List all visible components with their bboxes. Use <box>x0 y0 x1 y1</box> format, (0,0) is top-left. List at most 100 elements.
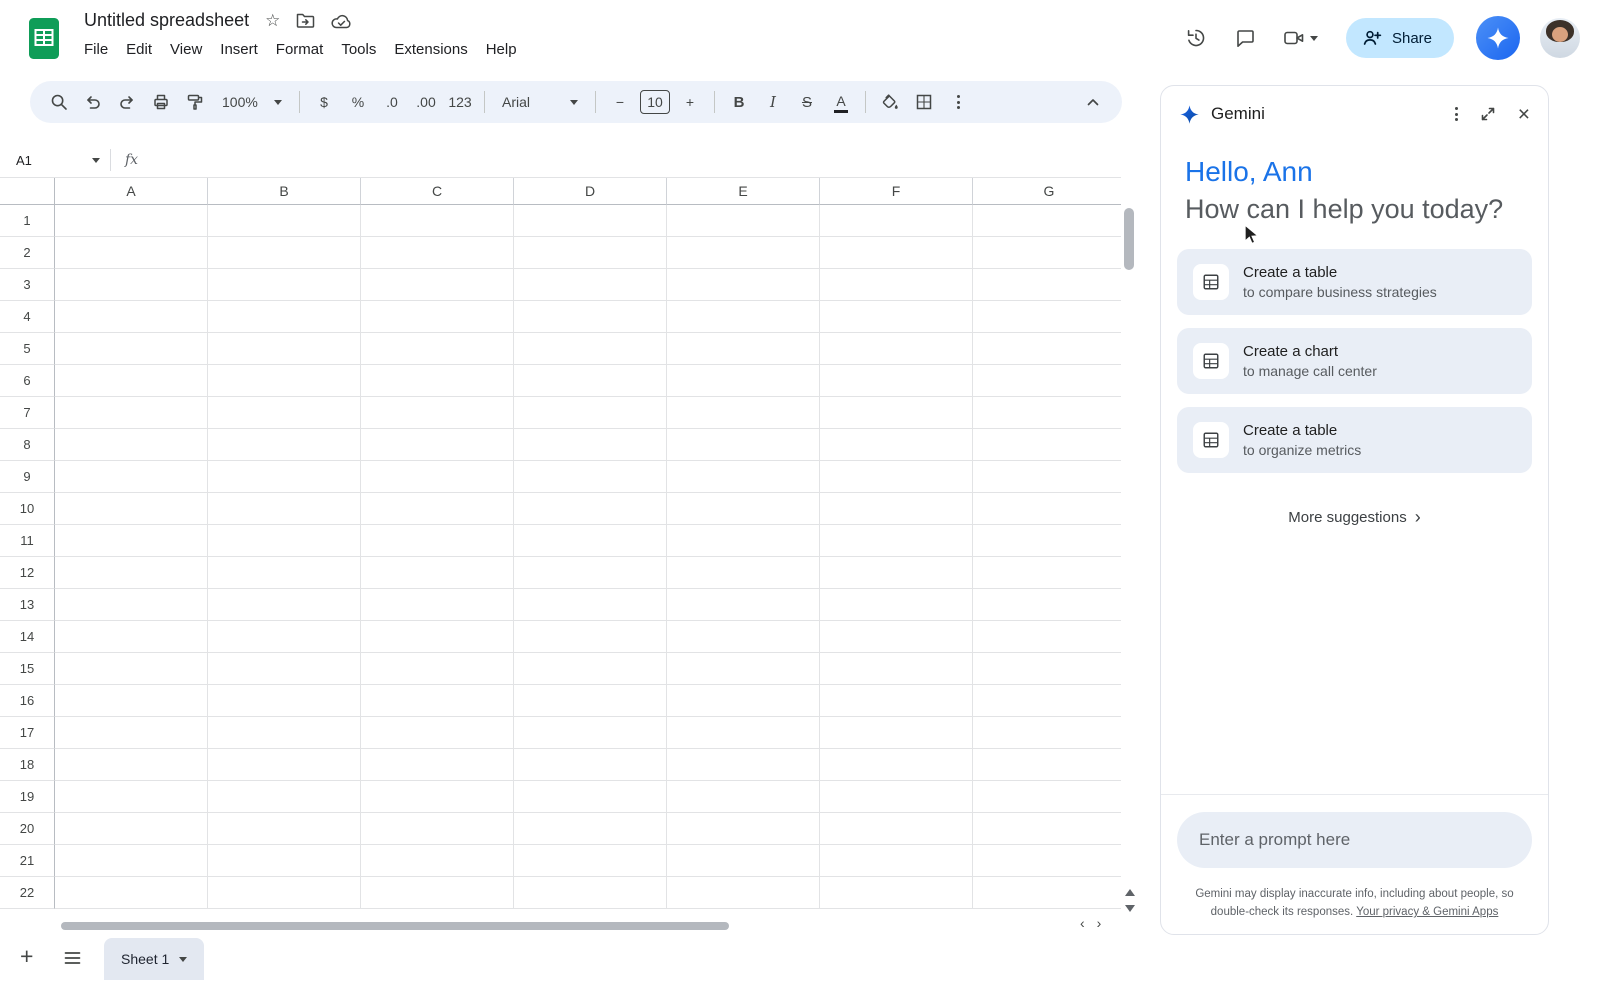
row-header-20[interactable]: 20 <box>0 813 55 845</box>
cell-C20[interactable] <box>361 813 514 845</box>
gemini-spark-button[interactable] <box>1476 16 1520 60</box>
cell-B6[interactable] <box>208 365 361 397</box>
cell-F4[interactable] <box>820 301 973 333</box>
cell-E14[interactable] <box>667 621 820 653</box>
horizontal-scrollbar[interactable] <box>55 919 1083 933</box>
increase-font-size-button[interactable]: + <box>675 87 705 117</box>
cell-F6[interactable] <box>820 365 973 397</box>
share-button[interactable]: Share <box>1346 18 1454 58</box>
cell-A12[interactable] <box>55 557 208 589</box>
row-header-17[interactable]: 17 <box>0 717 55 749</box>
sheets-logo-icon[interactable] <box>28 17 60 60</box>
menu-file[interactable]: File <box>75 38 117 61</box>
cell-D10[interactable] <box>514 493 667 525</box>
cell-C14[interactable] <box>361 621 514 653</box>
cell-F17[interactable] <box>820 717 973 749</box>
cell-B5[interactable] <box>208 333 361 365</box>
cell-F21[interactable] <box>820 845 973 877</box>
row-header-18[interactable]: 18 <box>0 749 55 781</box>
cell-D8[interactable] <box>514 429 667 461</box>
cell-A2[interactable] <box>55 237 208 269</box>
cell-D12[interactable] <box>514 557 667 589</box>
version-history-icon[interactable] <box>1175 17 1217 59</box>
cell-C2[interactable] <box>361 237 514 269</box>
cell-A17[interactable] <box>55 717 208 749</box>
cell-B19[interactable] <box>208 781 361 813</box>
cell-C1[interactable] <box>361 205 514 237</box>
cell-B13[interactable] <box>208 589 361 621</box>
prompt-input-container[interactable] <box>1177 812 1532 868</box>
cell-E16[interactable] <box>667 685 820 717</box>
cell-D3[interactable] <box>514 269 667 301</box>
cloud-saved-icon[interactable] <box>331 13 352 29</box>
cell-F3[interactable] <box>820 269 973 301</box>
star-icon[interactable]: ☆ <box>265 12 280 29</box>
cell-G15[interactable] <box>973 653 1121 685</box>
cell-D15[interactable] <box>514 653 667 685</box>
cell-E19[interactable] <box>667 781 820 813</box>
cell-D7[interactable] <box>514 397 667 429</box>
cell-C15[interactable] <box>361 653 514 685</box>
cell-G20[interactable] <box>973 813 1121 845</box>
cell-C17[interactable] <box>361 717 514 749</box>
cell-C19[interactable] <box>361 781 514 813</box>
collapse-toolbar-icon[interactable] <box>1078 87 1108 117</box>
cell-E10[interactable] <box>667 493 820 525</box>
prompt-input[interactable] <box>1199 830 1510 850</box>
row-header-8[interactable]: 8 <box>0 429 55 461</box>
cell-G6[interactable] <box>973 365 1121 397</box>
cell-E3[interactable] <box>667 269 820 301</box>
row-header-22[interactable]: 22 <box>0 877 55 909</box>
cell-E2[interactable] <box>667 237 820 269</box>
move-folder-icon[interactable] <box>296 12 315 29</box>
cell-C5[interactable] <box>361 333 514 365</box>
cell-A6[interactable] <box>55 365 208 397</box>
gemini-more-icon[interactable] <box>1455 107 1458 121</box>
cell-B15[interactable] <box>208 653 361 685</box>
cell-G2[interactable] <box>973 237 1121 269</box>
cell-D13[interactable] <box>514 589 667 621</box>
suggestion-card-3[interactable]: Create a tableto organize metrics <box>1177 407 1532 473</box>
select-all-corner[interactable] <box>0 178 55 205</box>
cell-B3[interactable] <box>208 269 361 301</box>
cell-D5[interactable] <box>514 333 667 365</box>
cell-B4[interactable] <box>208 301 361 333</box>
cell-D21[interactable] <box>514 845 667 877</box>
cell-C16[interactable] <box>361 685 514 717</box>
column-header-b[interactable]: B <box>208 178 361 205</box>
cell-F8[interactable] <box>820 429 973 461</box>
cell-C9[interactable] <box>361 461 514 493</box>
cell-G13[interactable] <box>973 589 1121 621</box>
cell-A13[interactable] <box>55 589 208 621</box>
cell-F2[interactable] <box>820 237 973 269</box>
cell-F1[interactable] <box>820 205 973 237</box>
cell-G10[interactable] <box>973 493 1121 525</box>
increase-decimal-button[interactable]: .00 <box>411 87 441 117</box>
cell-G4[interactable] <box>973 301 1121 333</box>
privacy-link[interactable]: Your privacy & Gemini Apps <box>1356 906 1498 918</box>
cell-B9[interactable] <box>208 461 361 493</box>
cell-C3[interactable] <box>361 269 514 301</box>
number-format-button[interactable]: 123 <box>445 87 475 117</box>
cell-E12[interactable] <box>667 557 820 589</box>
cell-B1[interactable] <box>208 205 361 237</box>
menu-tools[interactable]: Tools <box>332 38 385 61</box>
cell-F16[interactable] <box>820 685 973 717</box>
cell-A20[interactable] <box>55 813 208 845</box>
cell-G12[interactable] <box>973 557 1121 589</box>
cell-G1[interactable] <box>973 205 1121 237</box>
cell-G17[interactable] <box>973 717 1121 749</box>
cell-D16[interactable] <box>514 685 667 717</box>
cell-E15[interactable] <box>667 653 820 685</box>
menu-view[interactable]: View <box>161 38 211 61</box>
cell-F22[interactable] <box>820 877 973 909</box>
cell-C11[interactable] <box>361 525 514 557</box>
menu-help[interactable]: Help <box>477 38 526 61</box>
cell-B14[interactable] <box>208 621 361 653</box>
cell-D17[interactable] <box>514 717 667 749</box>
cell-C21[interactable] <box>361 845 514 877</box>
font-family-select[interactable]: Arial <box>494 87 586 117</box>
print-icon[interactable] <box>146 87 176 117</box>
cell-E9[interactable] <box>667 461 820 493</box>
cell-E4[interactable] <box>667 301 820 333</box>
